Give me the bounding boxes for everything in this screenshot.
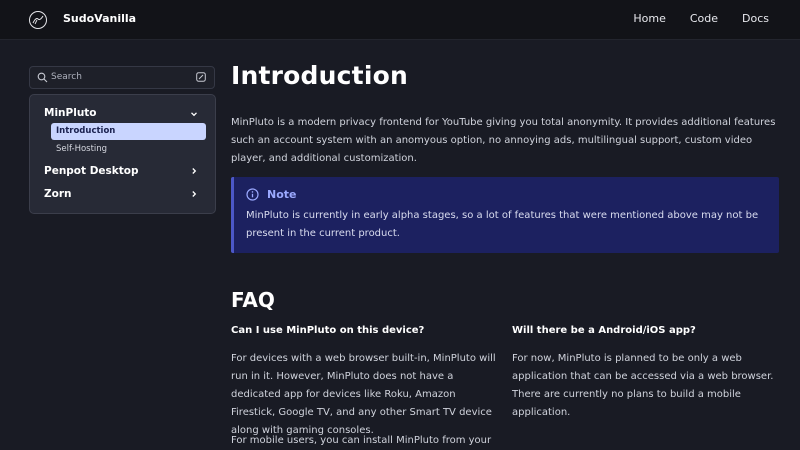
info-icon	[246, 188, 259, 201]
keyboard-shortcut-icon	[196, 72, 206, 82]
nav-home-link[interactable]: Home	[633, 12, 665, 25]
top-bar: SudoVanilla Home Code Docs	[0, 0, 800, 40]
chevron-down-icon[interactable]	[190, 110, 198, 118]
faq-answer-continued: For mobile users, you can install MinPlu…	[231, 435, 492, 446]
note-callout: Note MinPluto is currently in early alph…	[231, 177, 779, 253]
faq-answer: For now, MinPluto is planned to be only …	[512, 353, 774, 418]
sidebar-group-penpot-desktop[interactable]: Penpot Desktop	[44, 165, 139, 177]
note-text: MinPluto is currently in early alpha sta…	[246, 210, 759, 239]
faq-question: Will there be a Android/iOS app?	[512, 325, 696, 336]
sidebar-group-minpluto[interactable]: MinPluto	[44, 107, 97, 119]
intro-paragraph: MinPluto is a modern privacy frontend fo…	[231, 117, 776, 164]
nav-docs-link[interactable]: Docs	[742, 12, 769, 25]
chevron-right-icon[interactable]	[190, 190, 198, 198]
logo-icon[interactable]	[28, 10, 48, 30]
faq-heading: FAQ	[231, 288, 275, 312]
search-placeholder: Search	[51, 72, 82, 82]
page-title: Introduction	[231, 61, 408, 90]
search-icon	[37, 72, 48, 83]
brand-name[interactable]: SudoVanilla	[63, 12, 136, 25]
search-input[interactable]: Search	[29, 66, 215, 89]
chevron-right-icon[interactable]	[190, 167, 198, 175]
sidebar-group-zorn[interactable]: Zorn	[44, 188, 71, 200]
faq-question: Can I use MinPluto on this device?	[231, 325, 425, 336]
sidebar-nav: MinPluto Introduction Self-Hosting Penpo…	[29, 94, 216, 214]
top-nav: Home Code Docs	[609, 12, 769, 25]
sidebar-item-introduction[interactable]: Introduction	[51, 123, 206, 140]
sidebar-item-self-hosting[interactable]: Self-Hosting	[56, 144, 107, 154]
note-title: Note	[267, 188, 297, 201]
nav-code-link[interactable]: Code	[690, 12, 718, 25]
faq-answer: For devices with a web browser built-in,…	[231, 353, 496, 436]
